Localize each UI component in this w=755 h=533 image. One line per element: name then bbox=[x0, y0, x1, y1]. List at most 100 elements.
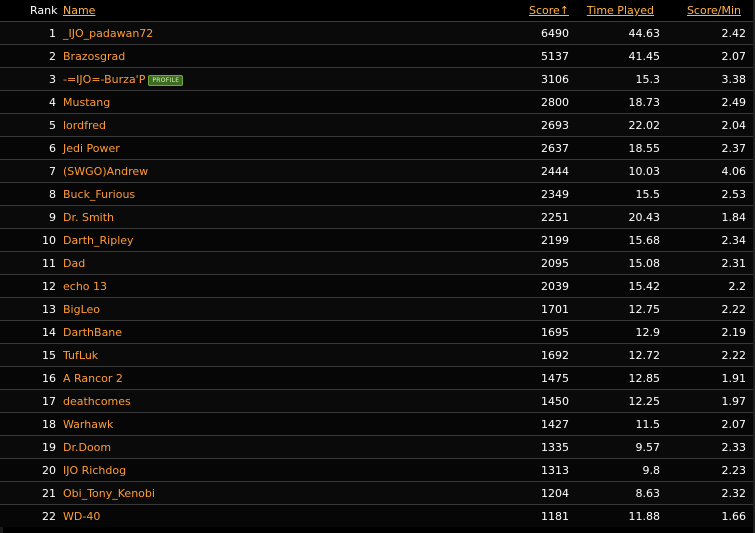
rank-cell: 21 bbox=[42, 487, 56, 500]
player-name-cell: TufLuk bbox=[63, 349, 98, 362]
score-per-min-cell: 1.97 bbox=[721, 395, 747, 408]
rank-cell: 3 bbox=[49, 73, 56, 86]
rank-cell: 11 bbox=[42, 257, 56, 270]
rank-cell: 17 bbox=[42, 395, 56, 408]
rank-cell: 2 bbox=[49, 50, 56, 63]
player-name-link[interactable]: Obi_Tony_Kenobi bbox=[63, 487, 155, 500]
score-cell: 2444 bbox=[541, 165, 569, 178]
score-cell: 1204 bbox=[541, 487, 569, 500]
time-played-cell: 11.5 bbox=[635, 418, 661, 431]
rank-cell: 18 bbox=[42, 418, 56, 431]
rank-cell: 10 bbox=[42, 234, 56, 247]
player-name-link[interactable]: TufLuk bbox=[63, 349, 98, 362]
player-name-cell: DarthBane bbox=[63, 326, 122, 339]
player-name-link[interactable]: Jedi Power bbox=[63, 142, 120, 155]
time-played-cell: 22.02 bbox=[628, 119, 661, 132]
score-per-min-cell: 2.04 bbox=[721, 119, 747, 132]
player-name-cell: Dr.Doom bbox=[63, 441, 111, 454]
player-name-link[interactable]: A Rancor 2 bbox=[63, 372, 123, 385]
player-name-link[interactable]: Darth_Ripley bbox=[63, 234, 134, 247]
score-cell: 1692 bbox=[541, 349, 569, 362]
player-name-link[interactable]: Dad bbox=[63, 257, 85, 270]
player-name-link[interactable]: Dr.Doom bbox=[63, 441, 111, 454]
table-row: 6 Jedi Power 2637 18.55 2.37 bbox=[0, 136, 755, 159]
table-row: 2 Brazosgrad 5137 41.45 2.07 bbox=[0, 44, 755, 67]
table-row: 5 lordfred 2693 22.02 2.04 bbox=[0, 113, 755, 136]
score-per-min-column-header[interactable]: Score/Min bbox=[687, 4, 741, 17]
time-played-cell: 18.55 bbox=[628, 142, 661, 155]
table-row: 21 Obi_Tony_Kenobi 1204 8.63 2.32 bbox=[0, 481, 755, 504]
player-name-cell: BigLeo bbox=[63, 303, 100, 316]
time-played-cell: 15.68 bbox=[628, 234, 661, 247]
table-row: 16 A Rancor 2 1475 12.85 1.91 bbox=[0, 366, 755, 389]
player-name-link[interactable]: BigLeo bbox=[63, 303, 100, 316]
score-cell: 3106 bbox=[541, 73, 569, 86]
score-per-min-cell: 1.84 bbox=[721, 211, 747, 224]
player-name-link[interactable]: Brazosgrad bbox=[63, 50, 125, 63]
score-cell: 2800 bbox=[541, 96, 569, 109]
score-per-min-cell: 4.06 bbox=[721, 165, 747, 178]
player-name-link[interactable]: -=IJO=-Burza'P bbox=[63, 73, 145, 86]
name-column-header[interactable]: Name bbox=[63, 4, 95, 17]
player-name-cell: Dr. Smith bbox=[63, 211, 114, 224]
score-cell: 2095 bbox=[541, 257, 569, 270]
rank-cell: 9 bbox=[49, 211, 56, 224]
score-per-min-cell: 1.66 bbox=[721, 510, 747, 523]
player-name-link[interactable]: Mustang bbox=[63, 96, 110, 109]
time-played-cell: 15.5 bbox=[635, 188, 661, 201]
table-row: 10 Darth_Ripley 2199 15.68 2.34 bbox=[0, 228, 755, 251]
player-name-cell: Warhawk bbox=[63, 418, 113, 431]
player-name-cell: -=IJO=-Burza'P PROFILE bbox=[63, 73, 184, 86]
table-row: 7 (SWGO)Andrew 2444 10.03 4.06 bbox=[0, 159, 755, 182]
score-per-min-cell: 2.07 bbox=[721, 418, 747, 431]
time-played-cell: 9.8 bbox=[642, 464, 661, 477]
time-played-cell: 15.3 bbox=[635, 73, 661, 86]
table-row: 11 Dad 2095 15.08 2.31 bbox=[0, 251, 755, 274]
player-name-link[interactable]: echo 13 bbox=[63, 280, 107, 293]
player-name-link[interactable]: Dr. Smith bbox=[63, 211, 114, 224]
time-played-cell: 44.63 bbox=[628, 27, 661, 40]
profile-badge[interactable]: PROFILE bbox=[148, 75, 184, 86]
table-row: 12 echo 13 2039 15.42 2.2 bbox=[0, 274, 755, 297]
rank-cell: 7 bbox=[49, 165, 56, 178]
score-per-min-cell: 2.34 bbox=[721, 234, 747, 247]
time-played-cell: 11.88 bbox=[628, 510, 661, 523]
player-name-link[interactable]: _IJO_padawan72 bbox=[63, 27, 153, 40]
time-played-cell: 15.42 bbox=[628, 280, 661, 293]
score-per-min-cell: 3.38 bbox=[721, 73, 747, 86]
player-name-cell: Darth_Ripley bbox=[63, 234, 134, 247]
player-name-link[interactable]: Buck_Furious bbox=[63, 188, 135, 201]
player-name-cell: Brazosgrad bbox=[63, 50, 125, 63]
player-name-cell: Buck_Furious bbox=[63, 188, 135, 201]
time-played-cell: 15.08 bbox=[628, 257, 661, 270]
player-name-link[interactable]: deathcomes bbox=[63, 395, 131, 408]
score-cell: 2199 bbox=[541, 234, 569, 247]
player-name-cell: IJO Richdog bbox=[63, 464, 126, 477]
leaderboard-header: Rank Name Score↑ Time Played Score/Min bbox=[0, 0, 755, 21]
player-name-cell: deathcomes bbox=[63, 395, 131, 408]
leaderboard-rows: 1 _IJO_padawan72 6490 44.63 2.42 2 Brazosgrad 5… bbox=[0, 21, 755, 527]
table-row: 8 Buck_Furious 2349 15.5 2.53 bbox=[0, 182, 755, 205]
leaderboard: Rank Name Score↑ Time Played Score/Min 1… bbox=[0, 0, 755, 533]
rank-cell: 16 bbox=[42, 372, 56, 385]
player-name-link[interactable]: DarthBane bbox=[63, 326, 122, 339]
score-column-header[interactable]: Score↑ bbox=[529, 4, 569, 17]
time-played-cell: 12.25 bbox=[628, 395, 661, 408]
player-name-cell: Mustang bbox=[63, 96, 110, 109]
score-per-min-cell: 2.22 bbox=[721, 349, 747, 362]
rank-cell: 1 bbox=[49, 27, 56, 40]
player-name-link[interactable]: (SWGO)Andrew bbox=[63, 165, 148, 178]
time-played-cell: 12.9 bbox=[635, 326, 661, 339]
table-row: 4 Mustang 2800 18.73 2.49 bbox=[0, 90, 755, 113]
player-name-link[interactable]: Warhawk bbox=[63, 418, 113, 431]
time-played-column-header[interactable]: Time Played bbox=[587, 4, 654, 17]
player-name-link[interactable]: lordfred bbox=[63, 119, 106, 132]
player-name-cell: echo 13 bbox=[63, 280, 107, 293]
score-cell: 1313 bbox=[541, 464, 569, 477]
player-name-link[interactable]: IJO Richdog bbox=[63, 464, 126, 477]
time-played-cell: 12.85 bbox=[628, 372, 661, 385]
player-name-link[interactable]: WD-40 bbox=[63, 510, 100, 523]
time-played-cell: 41.45 bbox=[628, 50, 661, 63]
score-per-min-cell: 2.42 bbox=[721, 27, 747, 40]
player-name-cell: Jedi Power bbox=[63, 142, 120, 155]
